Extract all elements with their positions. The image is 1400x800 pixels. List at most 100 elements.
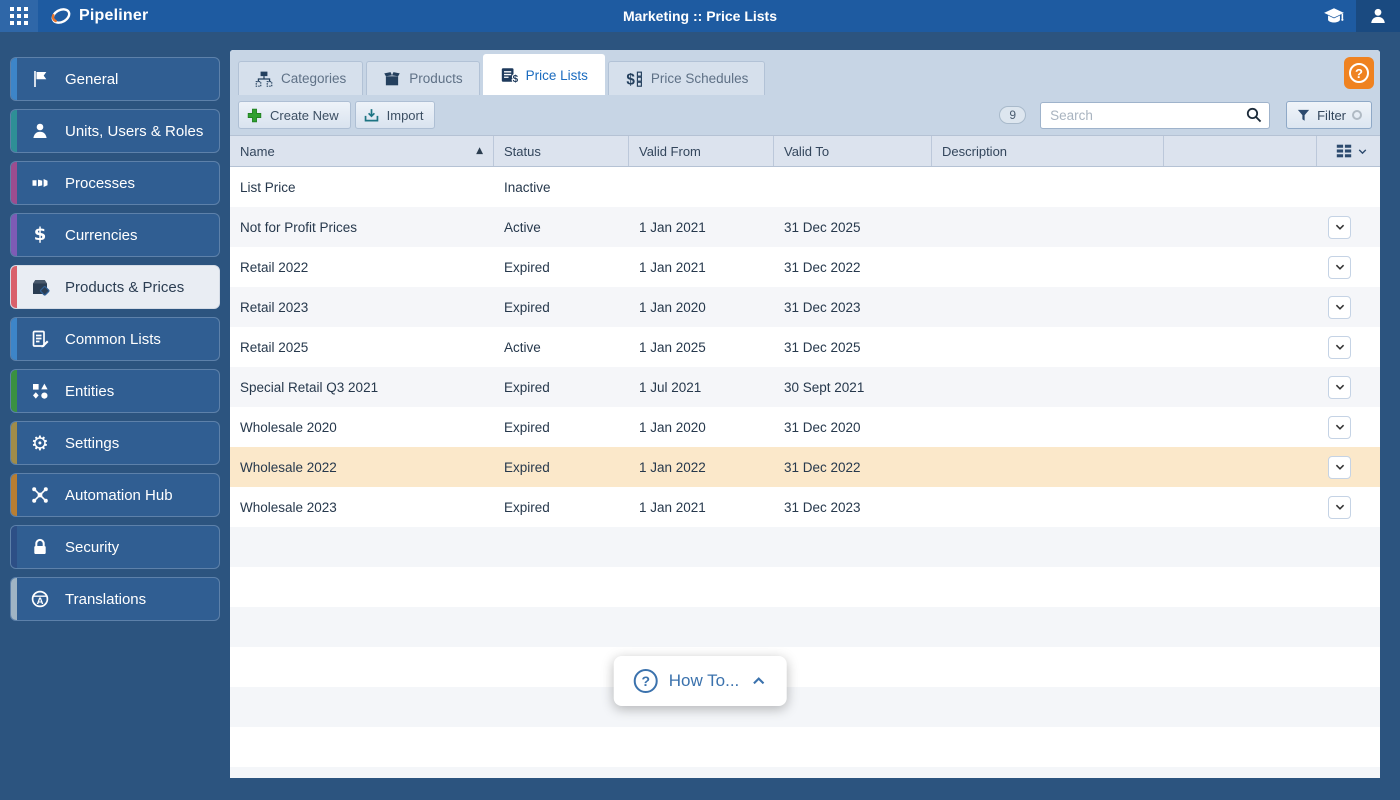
- price-list-valid-to: 31 Dec 2022: [784, 459, 861, 475]
- row-menu-button[interactable]: [1328, 215, 1351, 239]
- row-menu-button[interactable]: [1328, 415, 1351, 439]
- table-row[interactable]: Retail 2023 Expired 1 Jan 2020 31 Dec 20…: [230, 287, 1380, 327]
- price-list-status: Expired: [504, 459, 550, 475]
- pipeline-icon: [29, 172, 51, 194]
- table-row[interactable]: Retail 2022 Expired 1 Jan 2021 31 Dec 20…: [230, 247, 1380, 287]
- price-list-description: [932, 327, 1164, 367]
- admin-page: Pipeliner Marketing :: Price Lists Gener…: [0, 0, 1400, 800]
- row-menu-button[interactable]: [1328, 255, 1351, 279]
- academy-button[interactable]: [1312, 0, 1356, 32]
- price-list-icon: $: [500, 66, 518, 84]
- price-list-name: List Price: [240, 179, 296, 195]
- price-list-status: Active: [504, 339, 541, 355]
- price-list-valid-to: 31 Dec 2025: [784, 219, 861, 235]
- search-icon[interactable]: [1245, 106, 1263, 129]
- tab-categories[interactable]: Categories: [238, 61, 364, 95]
- price-list-description: [932, 487, 1164, 527]
- color-stripe: [11, 318, 17, 360]
- price-list-description: [932, 407, 1164, 447]
- record-count-badge: 9: [999, 106, 1027, 124]
- graduation-cap-icon: [1323, 5, 1345, 27]
- sidebar-item-entities[interactable]: Entities: [10, 369, 220, 413]
- question-mark-icon: ?: [633, 669, 658, 693]
- row-menu-button[interactable]: [1328, 375, 1351, 399]
- sidebar-item-automation-hub[interactable]: Automation Hub: [10, 473, 220, 517]
- how-to-button[interactable]: ? How To...: [613, 656, 787, 706]
- table-row[interactable]: Wholesale 2020 Expired 1 Jan 2020 31 Dec…: [230, 407, 1380, 447]
- price-list-valid-to: 31 Dec 2025: [784, 339, 861, 355]
- row-menu-button[interactable]: [1328, 335, 1351, 359]
- sidebar-item-general[interactable]: General: [10, 57, 220, 101]
- table-row[interactable]: Not for Profit Prices Active 1 Jan 2021 …: [230, 207, 1380, 247]
- price-list-description: [932, 287, 1164, 327]
- chevron-down-icon: [1335, 224, 1344, 230]
- table-row[interactable]: Wholesale 2022 Expired 1 Jan 2022 31 Dec…: [230, 447, 1380, 487]
- chevron-down-icon: [1335, 264, 1344, 270]
- svg-text:A: A: [37, 596, 44, 607]
- row-menu-button[interactable]: [1328, 495, 1351, 519]
- app-title: Pipeliner: [79, 7, 149, 24]
- sidebar-item-settings[interactable]: ⚙ Settings: [10, 421, 220, 465]
- brand: Pipeliner: [50, 5, 148, 27]
- search-input[interactable]: [1040, 101, 1271, 129]
- price-list-valid-from: 1 Jan 2021: [639, 219, 706, 235]
- column-header-empty: [1164, 136, 1317, 166]
- gear-icon: ⚙: [31, 431, 49, 455]
- column-header-name[interactable]: Name ▲: [230, 136, 494, 166]
- price-list-valid-from: 1 Jan 2021: [639, 259, 706, 275]
- globe-icon: A: [29, 588, 51, 610]
- sidebar-item-translations[interactable]: A Translations: [10, 577, 220, 621]
- column-header-description[interactable]: Description: [932, 136, 1164, 166]
- user-menu-button[interactable]: [1356, 0, 1400, 32]
- price-list-name: Retail 2025: [240, 339, 309, 355]
- column-header-valid-from[interactable]: Valid From: [629, 136, 774, 166]
- row-menu-button[interactable]: [1328, 295, 1351, 319]
- sidebar-item-common-lists[interactable]: Common Lists: [10, 317, 220, 361]
- sidebar-item-security[interactable]: Security: [10, 525, 220, 569]
- table-row[interactable]: Retail 2025 Active 1 Jan 2025 31 Dec 202…: [230, 327, 1380, 367]
- color-stripe: [11, 474, 17, 516]
- tab-price-schedules[interactable]: $ Price Schedules: [607, 61, 766, 95]
- chevron-down-icon: [1335, 504, 1344, 510]
- sidebar-item-products-prices[interactable]: Products & Prices: [10, 265, 220, 309]
- price-list-valid-from: 1 Jan 2020: [639, 299, 706, 315]
- import-icon: [363, 107, 380, 124]
- sidebar-item-units-users-roles[interactable]: Units, Users & Roles: [10, 109, 220, 153]
- app-grid-button[interactable]: [0, 0, 38, 32]
- price-list-status: Expired: [504, 419, 550, 435]
- lock-icon: [29, 536, 51, 558]
- help-button[interactable]: ?: [1344, 57, 1374, 89]
- chevron-down-icon: [1335, 344, 1344, 350]
- column-header-valid-to[interactable]: Valid To: [774, 136, 932, 166]
- price-list-valid-from: [629, 167, 774, 207]
- column-header-status[interactable]: Status: [494, 136, 629, 166]
- color-stripe: [11, 58, 17, 100]
- tab-price-lists[interactable]: $ Price Lists: [482, 54, 605, 95]
- sidebar-item-processes[interactable]: Processes: [10, 161, 220, 205]
- price-list-name: Retail 2022: [240, 259, 309, 275]
- filter-button[interactable]: Filter: [1286, 101, 1372, 129]
- question-mark-icon: ?: [1349, 63, 1369, 83]
- color-stripe: [11, 370, 17, 412]
- dollar-icon: $: [33, 224, 47, 245]
- price-list-status: Active: [504, 219, 541, 235]
- chevron-down-icon: [1335, 424, 1344, 430]
- create-new-button[interactable]: Create New: [238, 101, 351, 129]
- table-row[interactable]: Special Retail Q3 2021 Expired 1 Jul 202…: [230, 367, 1380, 407]
- price-list-status: Expired: [504, 499, 550, 515]
- columns-icon: [1335, 142, 1368, 160]
- topbar: Pipeliner Marketing :: Price Lists: [0, 0, 1400, 32]
- color-stripe: [11, 162, 17, 204]
- document-edit-icon: [29, 328, 51, 350]
- tab-products[interactable]: Products: [366, 61, 480, 95]
- color-stripe: [11, 526, 17, 568]
- table-row[interactable]: List Price Inactive: [230, 167, 1380, 207]
- table-row[interactable]: Wholesale 2023 Expired 1 Jan 2021 31 Dec…: [230, 487, 1380, 527]
- import-button[interactable]: Import: [354, 101, 436, 129]
- color-stripe: [11, 110, 17, 152]
- funnel-icon: [1296, 108, 1311, 123]
- sidebar-item-currencies[interactable]: $ Currencies: [10, 213, 220, 257]
- row-menu-button[interactable]: [1328, 455, 1351, 479]
- column-settings[interactable]: [1317, 136, 1380, 166]
- price-list-name: Wholesale 2020: [240, 419, 337, 435]
